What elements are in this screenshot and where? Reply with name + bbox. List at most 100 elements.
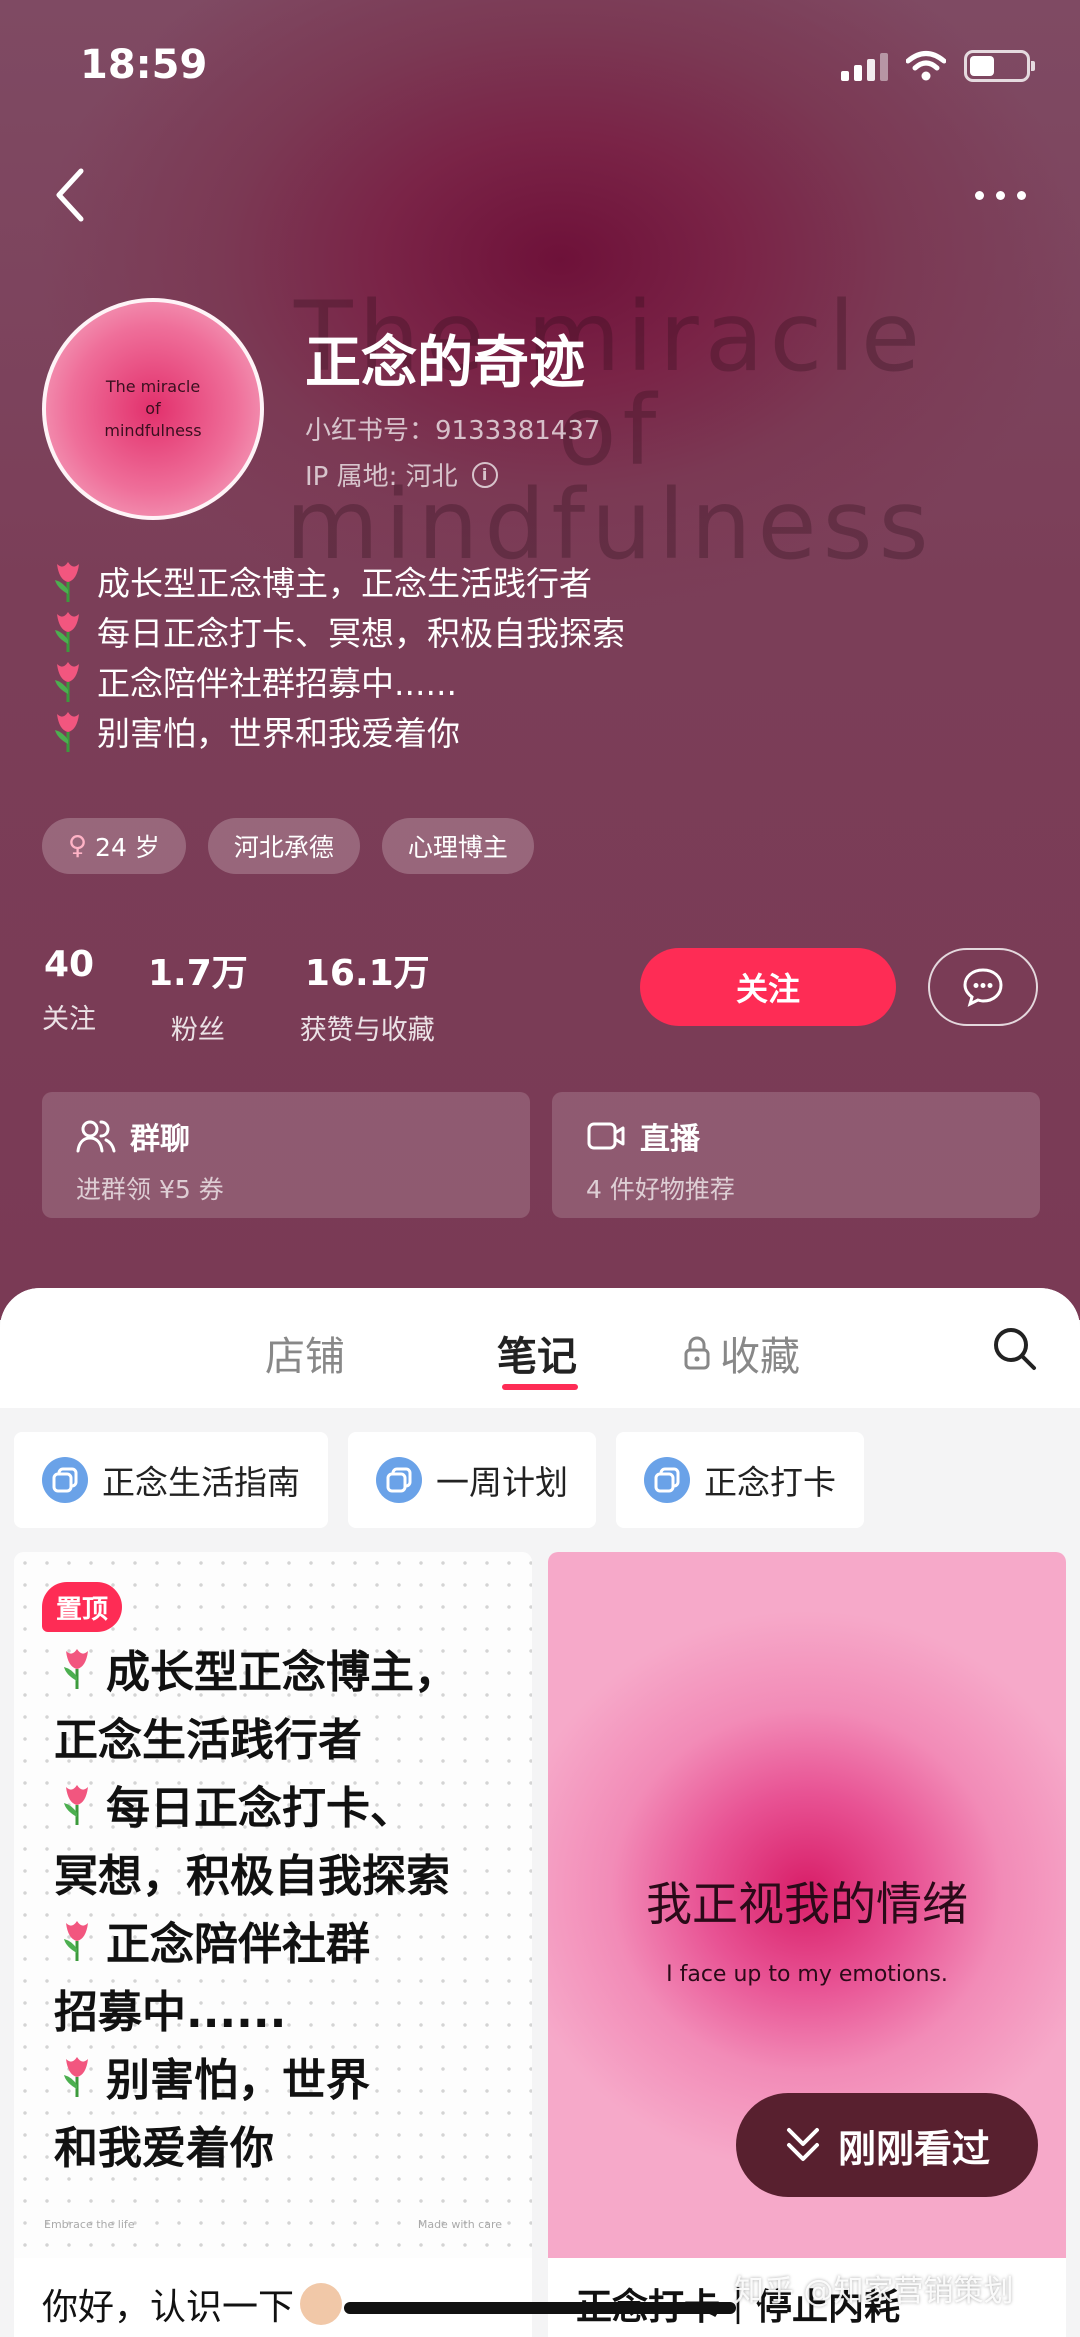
tab-favorites[interactable]: 收藏 [682,1324,800,1382]
note-line: 正念陪伴社群 [54,1906,458,1974]
tulip-icon [55,662,79,702]
tab-shop[interactable]: 店铺 [265,1324,345,1382]
follow-button[interactable]: 关注 [640,948,896,1026]
tulip-icon [64,1785,88,1825]
profile-nickname: 正念的奇迹 [305,331,585,396]
female-icon: ♀ [68,831,88,861]
chevron-left-icon [56,168,84,222]
battery-icon [964,50,1035,82]
status-icons [841,50,1035,82]
note-line-text: 每日正念打卡、 [106,1783,414,1834]
note-line: 冥想，积极自我探索 [54,1838,458,1906]
profile-bio: 成长型正念博主，正念生活践行者 每日正念打卡、冥想，积极自我探索 正念陪伴社群招… [45,556,1025,756]
note-line: 别害怕，世界 [54,2042,458,2110]
note-title-text: 你好，认识一下 [42,2287,295,2328]
feature-subtitle: 4 件好物推荐 [586,1175,735,1204]
stat-following[interactable]: 40 关注 [42,944,96,1047]
group-chat-card[interactable]: 群聊 进群领 ¥5 券 [42,1092,530,1218]
note-footer-right: Made with care [417,2218,502,2231]
profile-stats: 40 关注 1.7万 粉丝 16.1万 获赞与收藏 [42,944,487,1047]
ip-location: IP 属地: 河北 i [305,456,498,493]
bio-text: 每日正念打卡、冥想，积极自我探索 [97,614,625,653]
tag-label: 心理博主 [407,833,508,862]
note-card[interactable]: 置顶 成长型正念博主， 正念生活践行者 每日正念打卡、 冥想，积极自我探索 正念… [14,1552,532,2337]
note-line-text: 正念陪伴社群 [106,1919,370,1970]
double-chevron-down-icon [786,2128,819,2161]
status-time: 18:59 [80,42,208,88]
collection-icon [644,1457,690,1503]
note-line-text: 冥想，积极自我探索 [54,1851,450,1902]
note-card[interactable]: 我正视我的情绪 I face up to my emotions. 正念打卡｜停… [548,1552,1066,2337]
note-cover: 置顶 成长型正念博主， 正念生活践行者 每日正念打卡、 冥想，积极自我探索 正念… [14,1552,532,2258]
more-options-button[interactable] [960,170,1040,220]
status-bar: 18:59 [0,0,1080,130]
stat-value: 16.1万 [304,953,430,994]
collection-list: 正念生活指南 一周计划 正念打卡 [14,1432,864,1528]
tab-bar: 店铺 笔记 收藏 [0,1288,1080,1408]
avatar[interactable]: The miracle of mindfulness [42,298,264,520]
stat-label: 获赞与收藏 [299,1015,435,1046]
avatar-text: mindfulness [104,421,202,440]
cellular-signal-icon [841,51,888,81]
collection-label: 正念打卡 [704,1463,836,1502]
message-button[interactable] [928,948,1038,1026]
bio-text: 别害怕，世界和我爱着你 [97,714,460,753]
info-icon[interactable]: i [471,461,498,488]
stat-followers[interactable]: 1.7万 粉丝 [148,944,248,1047]
home-indicator[interactable] [344,2302,736,2314]
avatar-text: of [145,399,161,418]
note-line: 和我爱着你 [54,2110,458,2178]
tulip-icon [55,612,79,652]
bio-line: 别害怕，世界和我爱着你 [45,706,1025,756]
note-line: 正念生活践行者 [54,1702,458,1770]
raising-hand-emoji-icon [300,2283,343,2325]
note-cover-title: 我正视我的情绪 [646,1877,968,1931]
lock-icon [684,1336,710,1370]
collection-item[interactable]: 正念生活指南 [14,1432,328,1528]
note-line-text: 招募中...... [54,1987,287,2038]
bio-text: 成长型正念博主，正念生活践行者 [97,564,592,603]
note-title: 你好，认识一下 [42,2278,343,2330]
profile-tags: ♀ 24 岁 河北承德 心理博主 [42,818,534,874]
dot-icon [974,190,984,200]
bio-line: 成长型正念博主，正念生活践行者 [45,556,1025,606]
collection-item[interactable]: 正念打卡 [616,1432,864,1528]
recently-viewed-label: 刚刚看过 [837,2126,990,2171]
note-cover-subtitle: I face up to my emotions. [666,1962,948,1987]
active-tab-indicator [502,1384,578,1390]
collection-item[interactable]: 一周计划 [348,1432,596,1528]
note-line-text: 正念生活践行者 [54,1715,362,1766]
bio-text: 正念陪伴社群招募中...... [97,664,457,703]
tulip-icon [55,562,79,602]
feature-subtitle: 进群领 ¥5 券 [76,1175,224,1204]
stat-value: 40 [43,944,95,985]
profile-header: The miracle of mindfulness 18:59 The mir… [0,0,1080,1320]
note-line-text: 成长型正念博主， [106,1647,458,1698]
bio-line: 正念陪伴社群招募中...... [45,656,1025,706]
note-line: 成长型正念博主， [54,1634,458,1702]
pinned-badge: 置顶 [42,1582,123,1632]
tulip-icon [55,712,79,752]
tab-notes[interactable]: 笔记 [497,1324,577,1382]
search-icon[interactable] [990,1324,1040,1374]
red-id[interactable]: 小红书号：9133381437 [305,410,600,447]
tulip-icon [64,1649,88,1689]
collection-label: 正念生活指南 [102,1463,300,1502]
recently-viewed-button[interactable]: 刚刚看过 [736,2093,1038,2197]
stat-likes[interactable]: 16.1万 获赞与收藏 [300,944,435,1047]
tag-label: 河北承德 [233,833,334,862]
dot-icon [995,190,1005,200]
back-button[interactable] [40,160,100,230]
collection-icon [42,1457,88,1503]
chat-bubble-icon [963,968,1003,1007]
tag-age: ♀ 24 岁 [42,818,186,874]
note-line: 每日正念打卡、 [54,1770,458,1838]
feature-title-text: 直播 [640,1122,700,1157]
ip-location-text: IP 属地: 河北 [305,462,458,492]
tulip-icon [64,2057,88,2097]
wifi-icon [906,51,946,81]
live-icon [587,1122,625,1150]
tab-label: 收藏 [720,1334,800,1380]
stat-value: 1.7万 [148,953,248,994]
live-card[interactable]: 直播 4 件好物推荐 [552,1092,1040,1218]
